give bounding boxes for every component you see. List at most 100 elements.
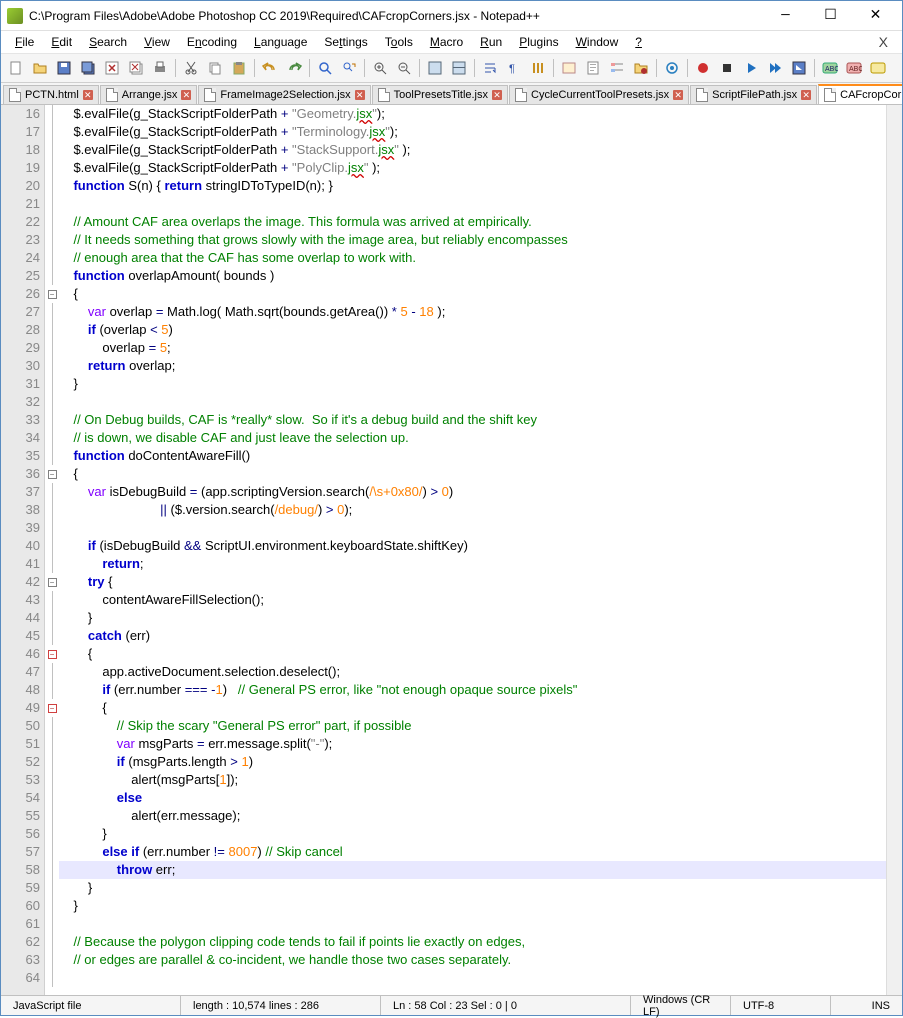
spellcheck-1-icon[interactable]: ABC — [819, 57, 841, 79]
status-position: Ln : 58 Col : 23 Sel : 0 | 0 — [381, 996, 631, 1015]
fold-toggle-icon[interactable]: − — [48, 704, 57, 713]
tab-frameimage2selection-jsx[interactable]: FrameImage2Selection.jsx ✕ — [198, 85, 370, 104]
status-bar: JavaScript file length : 10,574 lines : … — [1, 995, 902, 1015]
fold-toggle-icon[interactable]: − — [48, 470, 57, 479]
tab-close-icon[interactable]: ✕ — [492, 90, 502, 100]
new-file-icon[interactable] — [5, 57, 27, 79]
menu-close-x[interactable]: X — [871, 34, 896, 50]
close-all-icon[interactable] — [125, 57, 147, 79]
wordwrap-icon[interactable] — [479, 57, 501, 79]
replace-icon[interactable] — [338, 57, 360, 79]
document-icon — [204, 88, 216, 102]
status-length: length : 10,574 lines : 286 — [181, 996, 381, 1015]
tab-scriptfilepath-jsx[interactable]: ScriptFilePath.jsx ✕ — [690, 85, 817, 104]
fold-column[interactable]: − − − − − — [45, 105, 59, 995]
menu-tools[interactable]: Tools — [377, 33, 421, 51]
tab-close-icon[interactable]: ✕ — [801, 90, 811, 100]
tab-label: ToolPresetsTitle.jsx — [394, 89, 488, 101]
spellcheck-3-icon[interactable] — [867, 57, 889, 79]
monitor-icon[interactable] — [661, 57, 683, 79]
document-icon — [9, 88, 21, 102]
indent-guide-icon[interactable] — [527, 57, 549, 79]
fold-toggle-icon[interactable]: − — [48, 578, 57, 587]
minimize-button[interactable]: ─ — [763, 2, 808, 30]
cut-icon[interactable] — [180, 57, 202, 79]
tab-label: Arrange.jsx — [122, 89, 178, 101]
tab-close-icon[interactable]: ✕ — [673, 90, 683, 100]
tab-close-icon[interactable]: ✕ — [355, 90, 365, 100]
document-icon — [106, 88, 118, 102]
zoom-out-icon[interactable] — [393, 57, 415, 79]
tab-close-icon[interactable]: ✕ — [83, 90, 93, 100]
svg-text:ABC: ABC — [825, 66, 838, 73]
status-mode: INS — [831, 996, 902, 1015]
tab-label: CAFcropCorners — [840, 89, 902, 101]
play-multi-icon[interactable] — [764, 57, 786, 79]
undo-icon[interactable] — [259, 57, 281, 79]
redo-icon[interactable] — [283, 57, 305, 79]
show-all-chars-icon[interactable]: ¶ — [503, 57, 525, 79]
save-macro-icon[interactable] — [788, 57, 810, 79]
menu-settings[interactable]: Settings — [316, 33, 375, 51]
tab-label: ScriptFilePath.jsx — [712, 89, 797, 101]
paste-icon[interactable] — [228, 57, 250, 79]
zoom-in-icon[interactable] — [369, 57, 391, 79]
menu-search[interactable]: Search — [81, 33, 135, 51]
fold-toggle-icon[interactable]: − — [48, 650, 57, 659]
fold-toggle-icon[interactable]: − — [48, 290, 57, 299]
tab-cyclecurrenttoolpresets-jsx[interactable]: CycleCurrentToolPresets.jsx✕ — [509, 85, 689, 104]
maximize-button[interactable]: ☐ — [808, 2, 853, 30]
play-macro-icon[interactable] — [740, 57, 762, 79]
menu-bar: File Edit Search View Encoding Language … — [1, 31, 902, 53]
menu-plugins[interactable]: Plugins — [511, 33, 566, 51]
copy-icon[interactable] — [204, 57, 226, 79]
close-file-icon[interactable] — [101, 57, 123, 79]
code-editor[interactable]: 1617181920212223242526272829303132333435… — [1, 105, 902, 995]
tab-close-icon[interactable]: ✕ — [181, 90, 191, 100]
lang-icon[interactable] — [558, 57, 580, 79]
stop-macro-icon[interactable] — [716, 57, 738, 79]
close-button[interactable]: ✕ — [853, 2, 898, 30]
open-file-icon[interactable] — [29, 57, 51, 79]
document-tabs: PCTN.html✕Arrange.jsx✕FrameImage2Selecti… — [1, 83, 902, 105]
menu-window[interactable]: Window — [568, 33, 627, 51]
find-icon[interactable] — [314, 57, 336, 79]
menu-macro[interactable]: Macro — [422, 33, 471, 51]
sync-v-icon[interactable] — [424, 57, 446, 79]
document-icon — [378, 88, 390, 102]
menu-help[interactable]: ? — [627, 33, 650, 51]
record-macro-icon[interactable] — [692, 57, 714, 79]
line-number-gutter: 1617181920212223242526272829303132333435… — [1, 105, 45, 995]
tab-toolpresetstitle-jsx[interactable]: ToolPresetsTitle.jsx ✕ — [372, 85, 508, 104]
sync-h-icon[interactable] — [448, 57, 470, 79]
print-icon[interactable] — [149, 57, 171, 79]
tab-label: PCTN.html — [25, 89, 79, 101]
vertical-scrollbar[interactable] — [886, 105, 902, 995]
status-encoding: UTF-8 — [731, 996, 831, 1015]
app-icon — [7, 8, 23, 24]
svg-text:¶: ¶ — [509, 63, 515, 75]
menu-edit[interactable]: Edit — [43, 33, 80, 51]
spellcheck-2-icon[interactable]: ABC — [843, 57, 865, 79]
save-all-icon[interactable] — [77, 57, 99, 79]
tab-arrange-jsx[interactable]: Arrange.jsx✕ — [100, 85, 198, 104]
status-eol: Windows (CR LF) — [631, 996, 731, 1015]
window-title: C:\Program Files\Adobe\Adobe Photoshop C… — [29, 9, 763, 23]
save-icon[interactable] — [53, 57, 75, 79]
menu-language[interactable]: Language — [246, 33, 315, 51]
menu-run[interactable]: Run — [472, 33, 510, 51]
toolbar: ¶ ABC ABC — [1, 53, 902, 83]
status-language: JavaScript file — [1, 996, 181, 1015]
document-icon — [515, 88, 527, 102]
tab-label: FrameImage2Selection.jsx — [220, 89, 350, 101]
menu-encoding[interactable]: Encoding — [179, 33, 245, 51]
menu-view[interactable]: View — [136, 33, 178, 51]
folder-workspace-icon[interactable] — [630, 57, 652, 79]
function-list-icon[interactable] — [606, 57, 628, 79]
menu-file[interactable]: File — [7, 33, 42, 51]
tab-pctn-html[interactable]: PCTN.html ✕ — [3, 85, 99, 104]
tab-cafcropcorners[interactable]: CAFcropCorners✕ — [818, 84, 902, 104]
doc-map-icon[interactable] — [582, 57, 604, 79]
code-area[interactable]: $.evalFile(g_StackScriptFolderPath + "Ge… — [59, 105, 902, 995]
document-icon — [824, 88, 836, 102]
